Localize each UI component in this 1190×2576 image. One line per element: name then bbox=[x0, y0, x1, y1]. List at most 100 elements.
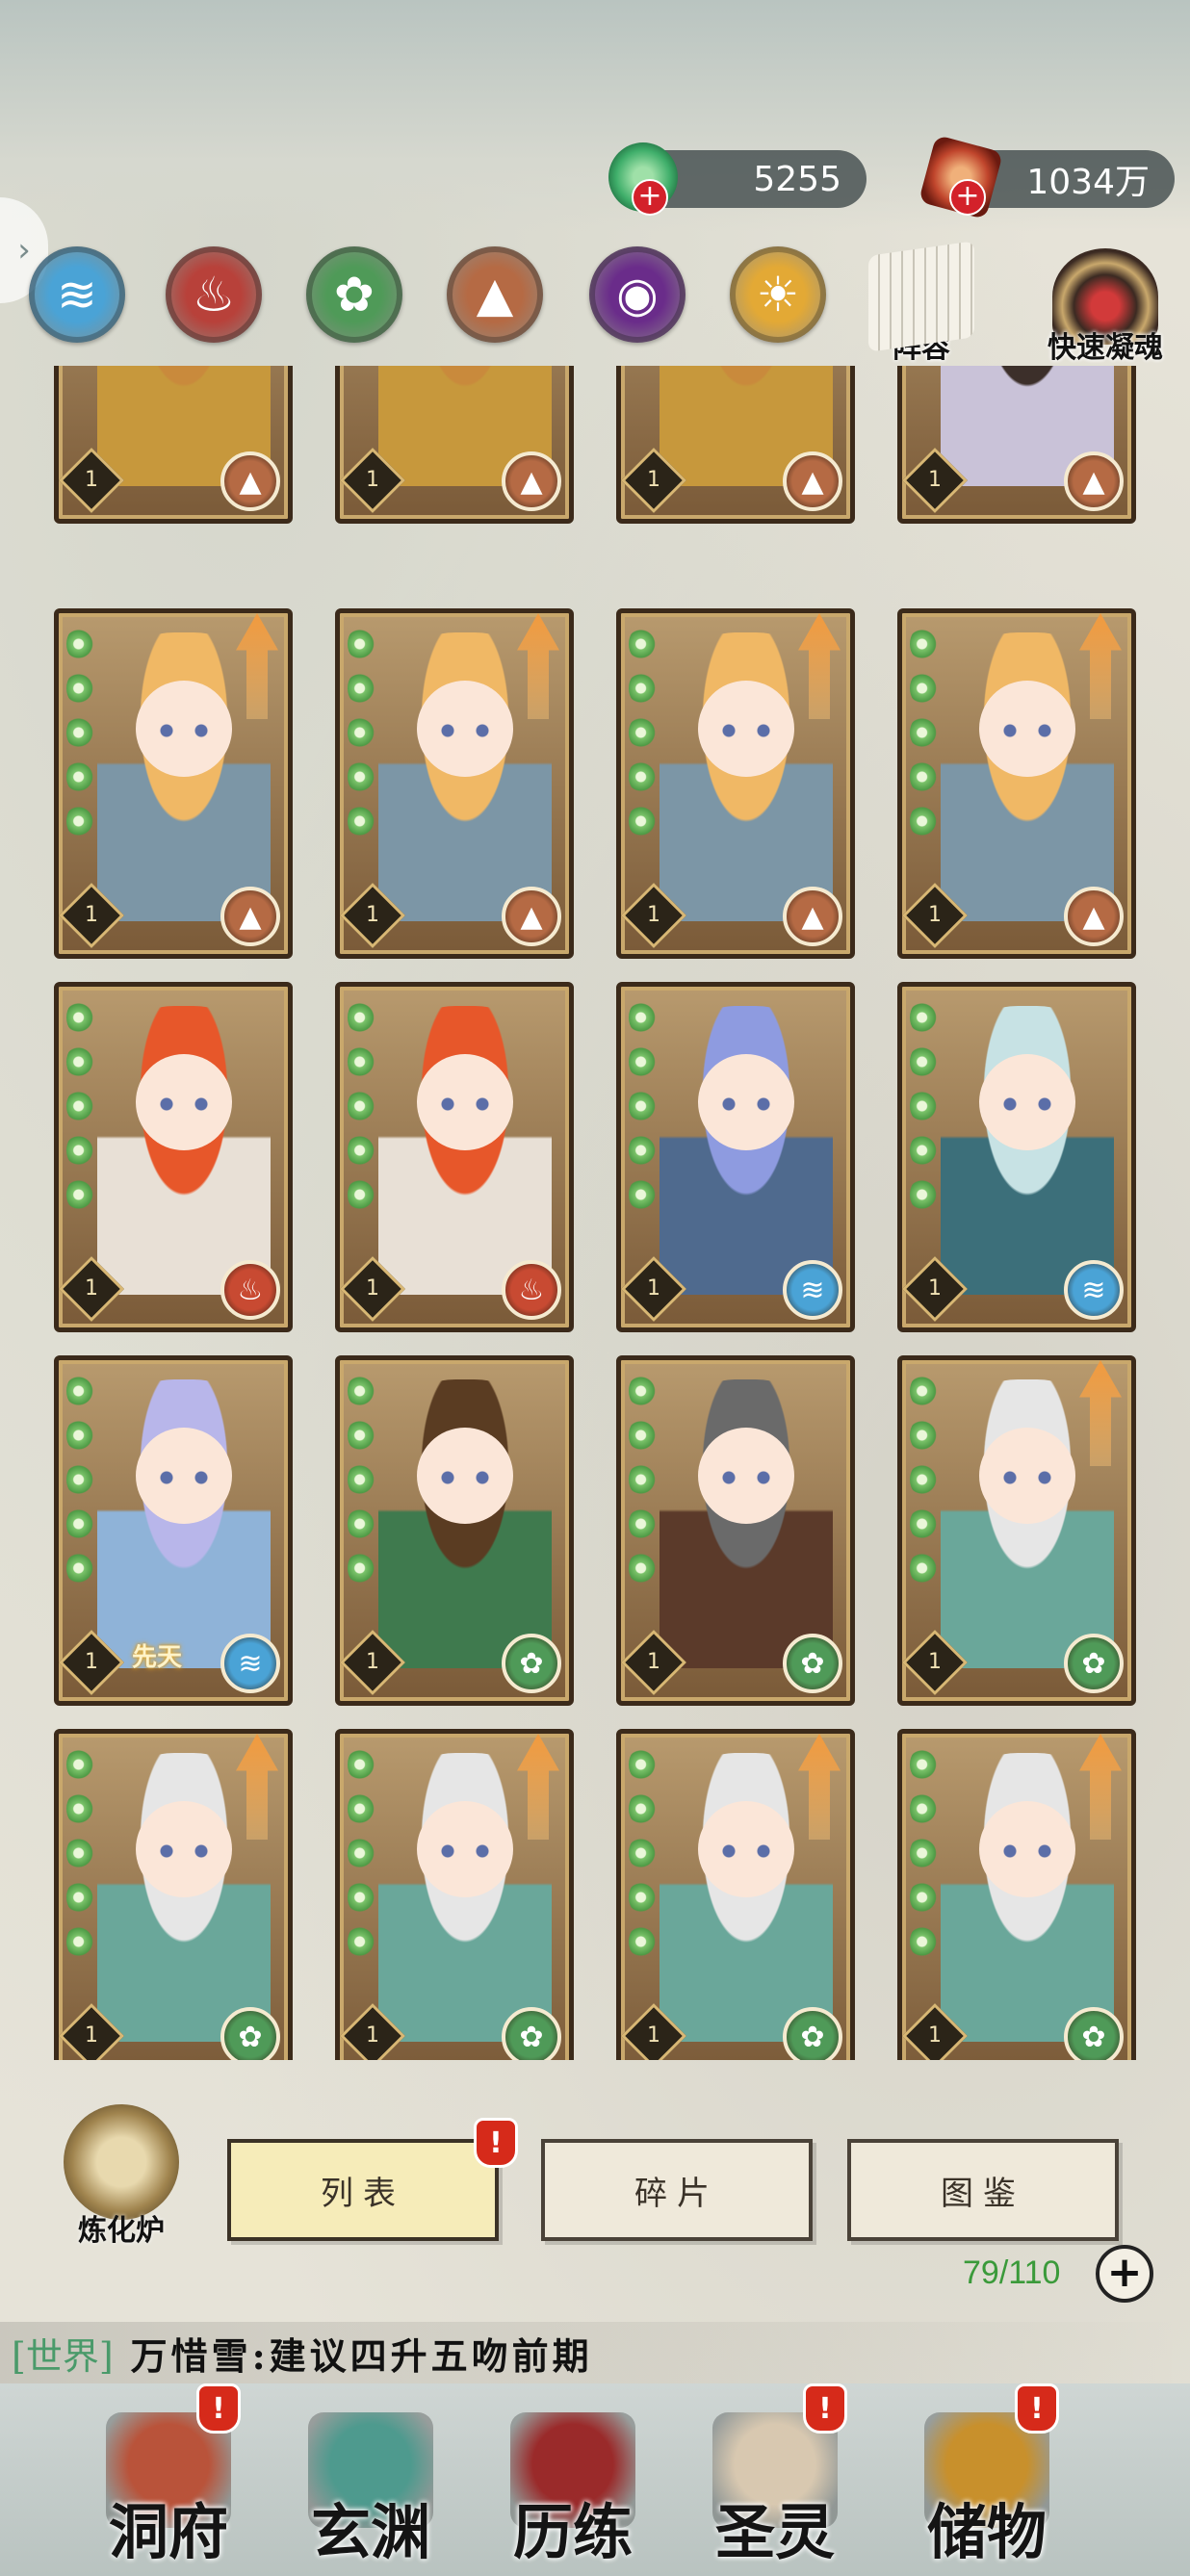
green-swirl-star-icon bbox=[629, 1418, 656, 1453]
star-rank bbox=[66, 627, 99, 838]
character-card[interactable]: 1 ▲ bbox=[616, 608, 855, 959]
green-swirl-star-icon bbox=[348, 1507, 375, 1541]
star-rank bbox=[629, 1747, 661, 1959]
tab-fragments[interactable]: 碎片 bbox=[541, 2139, 813, 2241]
nav-label: 玄渊 bbox=[310, 2497, 430, 2567]
green-swirl-star-icon bbox=[910, 715, 937, 750]
character-portrait bbox=[378, 1753, 552, 2042]
character-card[interactable]: 1 ▲ bbox=[335, 608, 574, 959]
nav-tiger[interactable]: 圣灵! bbox=[684, 2383, 867, 2570]
wood-element-icon: ✿ bbox=[1064, 2007, 1124, 2060]
character-card[interactable]: 1 ▲ bbox=[54, 366, 293, 524]
crystal-currency[interactable]: + 1034万 bbox=[918, 134, 1175, 220]
green-swirl-star-icon bbox=[348, 804, 375, 838]
filter-fire-button[interactable]: ♨ bbox=[166, 246, 262, 343]
green-swirl-star-icon bbox=[348, 1418, 375, 1453]
green-swirl-star-icon bbox=[629, 1374, 656, 1408]
green-swirl-star-icon bbox=[910, 1747, 937, 1782]
character-card[interactable]: 1 ▲ bbox=[897, 366, 1136, 524]
level-value: 1 bbox=[366, 1650, 379, 1674]
tab-list-alert-badge: ! bbox=[474, 2118, 518, 2168]
character-eyes bbox=[998, 1844, 1056, 1858]
character-card[interactable]: 1 ✿ bbox=[335, 1355, 574, 1706]
green-swirl-star-icon bbox=[910, 1177, 937, 1212]
level-value: 1 bbox=[647, 1276, 660, 1301]
character-card[interactable]: 1 先天 ≋ bbox=[54, 1355, 293, 1706]
green-swirl-star-icon bbox=[910, 1044, 937, 1079]
tab-list[interactable]: 列表 bbox=[227, 2139, 499, 2241]
filter-water-button[interactable]: ≋ bbox=[29, 246, 125, 343]
character-card[interactable]: 1 ▲ bbox=[54, 608, 293, 959]
quick-soul-button[interactable]: 快速凝魂 bbox=[1021, 221, 1190, 366]
green-swirl-star-icon bbox=[629, 1044, 656, 1079]
star-rank bbox=[66, 1747, 99, 1959]
character-card[interactable]: 1 ✿ bbox=[897, 1355, 1136, 1706]
chevron-right-icon: › bbox=[17, 231, 31, 270]
level-value: 1 bbox=[928, 1650, 942, 1674]
green-swirl-star-icon bbox=[629, 1089, 656, 1123]
refining-furnace-button[interactable]: 炼化炉 bbox=[50, 2104, 193, 2258]
level-value: 1 bbox=[85, 1650, 98, 1674]
character-card[interactable]: 1 ✿ bbox=[335, 1729, 574, 2060]
wood-element-icon: ✿ bbox=[502, 1634, 561, 1693]
tab-codex-label: 图鉴 bbox=[941, 2174, 1025, 2213]
nav-sword[interactable]: 历练 bbox=[481, 2387, 664, 2570]
character-eyes bbox=[717, 724, 775, 737]
water-swirl-icon: ≋ bbox=[57, 267, 97, 322]
character-portrait bbox=[378, 632, 552, 921]
character-card[interactable]: 1 ♨ bbox=[335, 982, 574, 1332]
character-card[interactable]: 1 ✿ bbox=[616, 1355, 855, 1706]
add-jade-icon[interactable]: + bbox=[632, 179, 668, 216]
filter-light-button[interactable]: ☀ bbox=[730, 246, 826, 343]
star-rank bbox=[910, 1000, 943, 1212]
nav-label: 储物 bbox=[926, 2497, 1047, 2567]
character-eyes bbox=[717, 1844, 775, 1858]
lineup-button[interactable]: 阵容 bbox=[859, 221, 984, 366]
world-chat-bar[interactable]: [世界] 万惜雪:建议四升五吻前期 bbox=[0, 2322, 1190, 2383]
green-swirl-star-icon bbox=[629, 1836, 656, 1870]
green-swirl-star-icon bbox=[910, 627, 937, 661]
nav-palace-gate[interactable]: 洞府! bbox=[77, 2383, 260, 2570]
green-swirl-star-icon bbox=[910, 760, 937, 794]
character-eyes bbox=[436, 1471, 494, 1484]
green-swirl-star-icon bbox=[629, 760, 656, 794]
star-rank bbox=[348, 627, 380, 838]
character-portrait bbox=[941, 1379, 1114, 1668]
character-portrait bbox=[660, 1753, 833, 2042]
add-crystal-icon[interactable]: + bbox=[949, 179, 986, 216]
character-card[interactable]: 1 ✿ bbox=[897, 1729, 1136, 2060]
water-element-icon: ≋ bbox=[220, 1634, 280, 1693]
filter-dark-button[interactable]: ◉ bbox=[589, 246, 686, 343]
green-swirl-star-icon bbox=[66, 671, 93, 706]
level-value: 1 bbox=[647, 903, 660, 927]
level-value: 1 bbox=[928, 903, 942, 927]
character-eyes bbox=[998, 1471, 1056, 1484]
green-swirl-star-icon bbox=[629, 671, 656, 706]
level-value: 1 bbox=[647, 1650, 660, 1674]
character-card[interactable]: 1 ▲ bbox=[335, 366, 574, 524]
green-swirl-star-icon bbox=[66, 1374, 93, 1408]
character-portrait bbox=[660, 1006, 833, 1295]
plus-circle-icon[interactable]: + bbox=[1096, 2245, 1153, 2303]
character-card[interactable]: 1 ✿ bbox=[54, 1729, 293, 2060]
jade-currency[interactable]: + 5255 bbox=[608, 142, 867, 216]
character-card[interactable]: 1 ▲ bbox=[616, 366, 855, 524]
character-card[interactable]: 1 ✿ bbox=[616, 1729, 855, 2060]
green-swirl-star-icon bbox=[910, 1374, 937, 1408]
level-value: 1 bbox=[366, 468, 379, 492]
filter-earth-button[interactable]: ▲ bbox=[447, 246, 543, 343]
star-rank bbox=[629, 627, 661, 838]
earth-element-icon: ▲ bbox=[783, 887, 842, 946]
green-swirl-star-icon bbox=[348, 1747, 375, 1782]
green-swirl-star-icon bbox=[910, 1089, 937, 1123]
tab-codex[interactable]: 图鉴 bbox=[847, 2139, 1119, 2241]
character-card[interactable]: 1 ♨ bbox=[54, 982, 293, 1332]
green-swirl-star-icon bbox=[910, 1418, 937, 1453]
nav-treasure-bag[interactable]: 储物! bbox=[895, 2383, 1078, 2570]
filter-wood-button[interactable]: ✿ bbox=[306, 246, 402, 343]
character-card[interactable]: 1 ▲ bbox=[897, 608, 1136, 959]
nav-jade-statue[interactable]: 玄渊 bbox=[279, 2387, 462, 2570]
character-card[interactable]: 1 ≋ bbox=[616, 982, 855, 1332]
character-card[interactable]: 1 ≋ bbox=[897, 982, 1136, 1332]
character-portrait bbox=[660, 1379, 833, 1668]
